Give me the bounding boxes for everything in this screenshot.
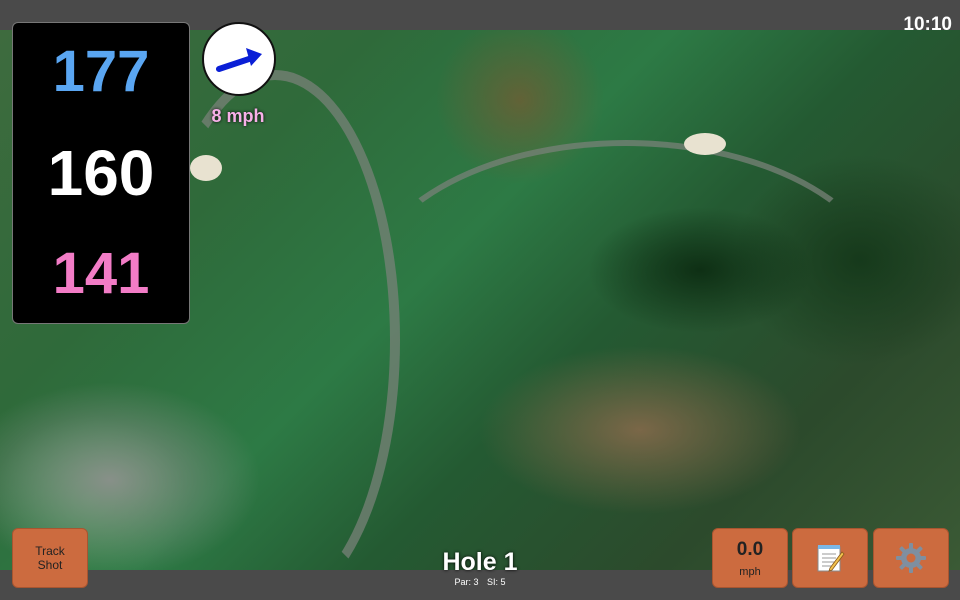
arrow-icon bbox=[216, 48, 262, 72]
track-shot-button[interactable]: Track Shot bbox=[12, 528, 88, 588]
speed-unit: mph bbox=[739, 566, 761, 578]
distance-panel: 177 160 141 bbox=[12, 22, 190, 324]
speed-value: 0.0 bbox=[736, 539, 764, 560]
hole-stroke-index: SI: 5 bbox=[487, 577, 506, 587]
hole-par: Par: 3 bbox=[454, 577, 479, 587]
sand-bunker bbox=[684, 133, 726, 155]
cart-path bbox=[360, 140, 892, 452]
track-shot-label: Shot bbox=[37, 558, 63, 572]
speed-button[interactable]: 0.0 mph bbox=[712, 528, 788, 588]
wind-indicator bbox=[202, 22, 276, 96]
notepad-icon bbox=[817, 545, 845, 572]
hole-title: Hole 1 bbox=[442, 548, 518, 576]
sand-bunker bbox=[190, 155, 222, 181]
notes-button[interactable] bbox=[792, 528, 868, 588]
center-distance: 160 bbox=[47, 137, 155, 209]
gear-icon bbox=[896, 543, 926, 573]
track-shot-label: Track bbox=[35, 544, 65, 558]
back-distance: 177 bbox=[52, 39, 150, 104]
settings-button[interactable] bbox=[873, 528, 949, 588]
wind-speed: 8 mph bbox=[211, 106, 265, 126]
hole-info: Par: 3 SI: 5 bbox=[380, 577, 580, 587]
front-distance: 141 bbox=[52, 241, 150, 306]
